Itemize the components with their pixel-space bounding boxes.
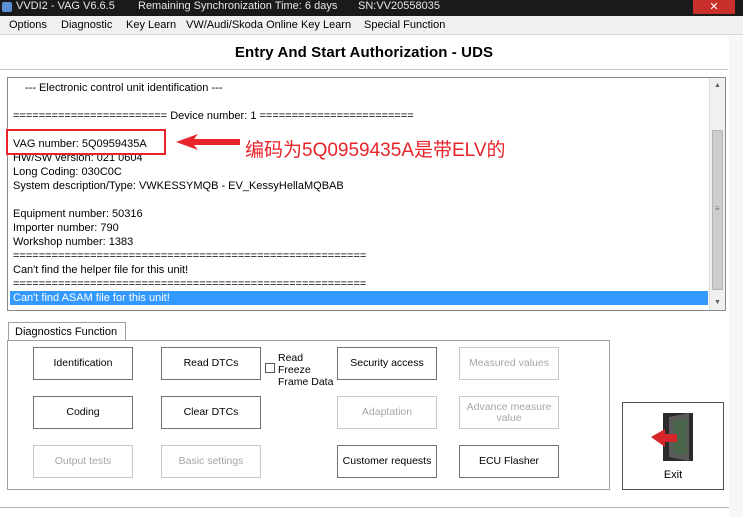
page-header: Entry And Start Authorization - UDS	[0, 36, 728, 70]
log-line: System description/Type: VWKESSYMQB - EV…	[13, 180, 344, 192]
log-line: Importer number: 790	[13, 222, 119, 234]
advance-measure-value-button[interactable]: Advance measure value	[459, 396, 559, 429]
read-dtcs-button[interactable]: Read DTCs	[161, 347, 261, 380]
log-line: ======================== Device number: …	[13, 110, 414, 122]
menu-special-function[interactable]: Special Function	[364, 19, 445, 31]
scroll-down-icon[interactable]: ▼	[710, 295, 725, 310]
annotation-text: 编码为5Q0959435A是带ELV的	[245, 140, 506, 161]
output-scrollbar[interactable]: ▲ ≡ ▼	[709, 78, 725, 310]
log-line: Can't find the helper file for this unit…	[13, 264, 189, 276]
freeze-frame-checkbox[interactable]	[265, 363, 275, 373]
log-line: Long Coding: 030C0C	[13, 166, 122, 178]
log-line: ========================================…	[13, 278, 367, 290]
annotation-highlight-box	[6, 129, 166, 155]
window-edge	[729, 36, 743, 517]
log-line: --- Electronic control unit identificati…	[25, 82, 223, 94]
title-bar: VVDI2 - VAG V6.6.5 Remaining Synchroniza…	[0, 0, 743, 16]
exit-door-icon	[651, 413, 693, 461]
identification-button[interactable]: Identification	[33, 347, 133, 380]
menu-diagnostic[interactable]: Diagnostic	[61, 19, 112, 31]
app-icon	[2, 2, 12, 12]
measured-values-button[interactable]: Measured values	[459, 347, 559, 380]
clear-dtcs-button[interactable]: Clear DTCs	[161, 396, 261, 429]
annotation-arrow-icon	[176, 134, 240, 150]
exit-button[interactable]: Exit	[622, 402, 724, 490]
window-title: VVDI2 - VAG V6.6.5	[16, 0, 115, 12]
output-log[interactable]: --- Electronic control unit identificati…	[7, 77, 726, 311]
adaptation-button[interactable]: Adaptation	[337, 396, 437, 429]
menu-online-key-learn[interactable]: VW/Audi/Skoda Online Key Learn	[186, 19, 351, 31]
grip-icon: ≡	[715, 204, 720, 213]
freeze-frame-option[interactable]: Read Freeze Frame Data	[265, 352, 337, 392]
page-title: Entry And Start Authorization - UDS	[234, 44, 494, 61]
exit-label: Exit	[663, 469, 683, 481]
freeze-frame-label: Read Freeze Frame Data	[278, 352, 334, 388]
serial-number: SN:VV20558035	[358, 0, 440, 12]
scroll-up-icon[interactable]: ▲	[710, 78, 725, 93]
coding-button[interactable]: Coding	[33, 396, 133, 429]
menu-bar: Options Diagnostic Key Learn VW/Audi/Sko…	[0, 16, 743, 35]
log-line-selected[interactable]: Can't find ASAM file for this unit!	[10, 291, 708, 305]
output-tests-button[interactable]: Output tests	[33, 445, 133, 478]
log-line: ========================================…	[13, 250, 367, 262]
scrollbar-thumb[interactable]: ≡	[712, 130, 723, 290]
status-divider	[0, 507, 729, 508]
basic-settings-button[interactable]: Basic settings	[161, 445, 261, 478]
log-line: Equipment number: 50316	[13, 208, 143, 220]
window-close-button[interactable]: ✕	[693, 0, 735, 14]
customer-requests-button[interactable]: Customer requests	[337, 445, 437, 478]
menu-options[interactable]: Options	[9, 19, 47, 31]
menu-key-learn[interactable]: Key Learn	[126, 19, 176, 31]
close-icon: ✕	[709, 1, 719, 13]
tab-diagnostics-function[interactable]: Diagnostics Function	[8, 322, 126, 341]
security-access-button[interactable]: Security access	[337, 347, 437, 380]
log-line: Workshop number: 1383	[13, 236, 134, 248]
ecu-flasher-button[interactable]: ECU Flasher	[459, 445, 559, 478]
sync-status: Remaining Synchronization Time: 6 days	[138, 0, 338, 12]
